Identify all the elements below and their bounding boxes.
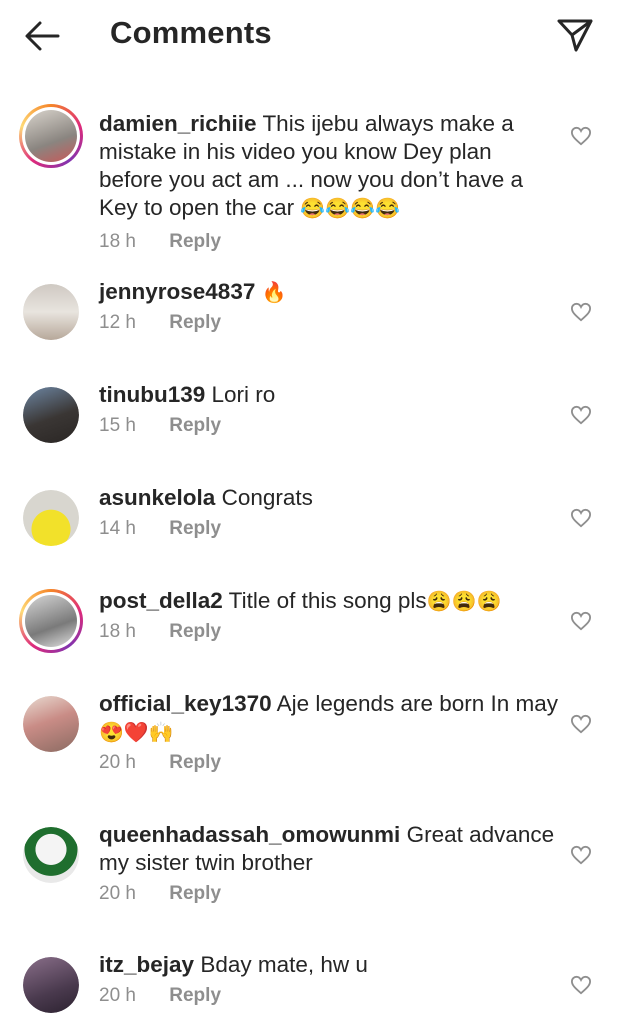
reply-button[interactable]: Reply — [169, 752, 221, 773]
comment-time: 12 h — [99, 312, 136, 333]
comment-text: itz_bejay Bday mate, hw u — [99, 951, 559, 979]
comment-list: damien_richiie This ijebu always make a … — [0, 92, 624, 1027]
comment-meta: 18 h Reply — [99, 621, 221, 643]
heart-icon[interactable] — [570, 126, 592, 146]
comment-text: jennyrose4837 🔥 — [99, 278, 559, 307]
comment-username[interactable]: official_key1370 — [99, 691, 272, 716]
comment-emoji: 😂😂😂😂 — [300, 198, 401, 220]
comment-item: itz_bejay Bday mate, hw u 20 h Reply — [0, 937, 624, 1027]
comment-meta: 20 h Reply — [99, 752, 221, 774]
comment-meta: 14 h Reply — [99, 518, 221, 540]
heart-icon[interactable] — [570, 714, 592, 734]
comment-meta: 12 h Reply — [99, 312, 221, 334]
heart-icon[interactable] — [570, 611, 592, 631]
comment-body: Lori ro — [211, 382, 276, 407]
comment-body: Congrats — [221, 485, 313, 510]
comment-body: Title of this song pls — [228, 588, 427, 613]
comment-item: post_della2 Title of this song pls😩😩😩 18… — [0, 573, 624, 676]
reply-button[interactable]: Reply — [169, 312, 221, 333]
reply-button[interactable]: Reply — [169, 518, 221, 539]
reply-button[interactable]: Reply — [169, 415, 221, 436]
comment-username[interactable]: jennyrose4837 — [99, 279, 255, 304]
comment-username[interactable]: damien_richiie — [99, 111, 257, 136]
comment-username[interactable]: itz_bejay — [99, 952, 194, 977]
comment-item: tinubu139 Lori ro 15 h Reply — [0, 367, 624, 470]
page-title: Comments — [110, 15, 272, 50]
comment-emoji: 🔥 — [261, 282, 287, 304]
reply-button[interactable]: Reply — [169, 231, 221, 252]
arrow-left-icon[interactable] — [22, 18, 62, 54]
comment-meta: 20 h Reply — [99, 985, 221, 1007]
avatar[interactable] — [23, 696, 79, 752]
comment-username[interactable]: queenhadassah_omowunmi — [99, 822, 400, 847]
avatar[interactable] — [23, 490, 79, 546]
reply-button[interactable]: Reply — [169, 985, 221, 1006]
heart-icon[interactable] — [570, 302, 592, 322]
paper-plane-icon[interactable] — [556, 16, 594, 54]
comment-username[interactable]: tinubu139 — [99, 382, 205, 407]
avatar[interactable] — [23, 284, 79, 340]
comment-meta: 20 h Reply — [99, 883, 221, 905]
comment-emoji: 😍❤️🙌 — [99, 722, 174, 744]
avatar[interactable] — [23, 387, 79, 443]
comment-text: queenhadassah_omowunmi Great advance my … — [99, 821, 559, 877]
avatar[interactable] — [23, 827, 79, 883]
comment-text: asunkelola Congrats — [99, 484, 559, 512]
comment-item: official_key1370 Aje legends are born In… — [0, 676, 624, 807]
avatar[interactable] — [19, 589, 83, 653]
comment-time: 18 h — [99, 231, 136, 252]
comment-item: queenhadassah_omowunmi Great advance my … — [0, 807, 624, 937]
heart-icon[interactable] — [570, 845, 592, 865]
comment-body: Bday mate, hw u — [200, 952, 368, 977]
comment-meta: 15 h Reply — [99, 415, 221, 437]
comment-username[interactable]: post_della2 — [99, 588, 223, 613]
comment-text: damien_richiie This ijebu always make a … — [99, 110, 559, 223]
heart-icon[interactable] — [570, 508, 592, 528]
comment-time: 20 h — [99, 985, 136, 1006]
comment-time: 15 h — [99, 415, 136, 436]
comment-time: 18 h — [99, 621, 136, 642]
comment-time: 20 h — [99, 883, 136, 904]
heart-icon[interactable] — [570, 975, 592, 995]
comment-time: 20 h — [99, 752, 136, 773]
avatar[interactable] — [19, 104, 83, 168]
comment-emoji: 😩😩😩 — [426, 591, 502, 613]
comment-item: damien_richiie This ijebu always make a … — [0, 92, 624, 264]
avatar[interactable] — [23, 957, 79, 1013]
reply-button[interactable]: Reply — [169, 621, 221, 642]
header-bar: Comments — [0, 0, 624, 72]
comment-item: jennyrose4837 🔥 12 h Reply — [0, 264, 624, 367]
comment-text: tinubu139 Lori ro — [99, 381, 559, 409]
comment-body: Aje legends are born In may — [276, 691, 559, 716]
heart-icon[interactable] — [570, 405, 592, 425]
comment-time: 14 h — [99, 518, 136, 539]
comment-meta: 18 h Reply — [99, 231, 221, 253]
comment-text: official_key1370 Aje legends are born In… — [99, 690, 559, 747]
comment-text: post_della2 Title of this song pls😩😩😩 — [99, 587, 559, 616]
comment-username[interactable]: asunkelola — [99, 485, 215, 510]
comment-item: asunkelola Congrats 14 h Reply — [0, 470, 624, 573]
reply-button[interactable]: Reply — [169, 883, 221, 904]
